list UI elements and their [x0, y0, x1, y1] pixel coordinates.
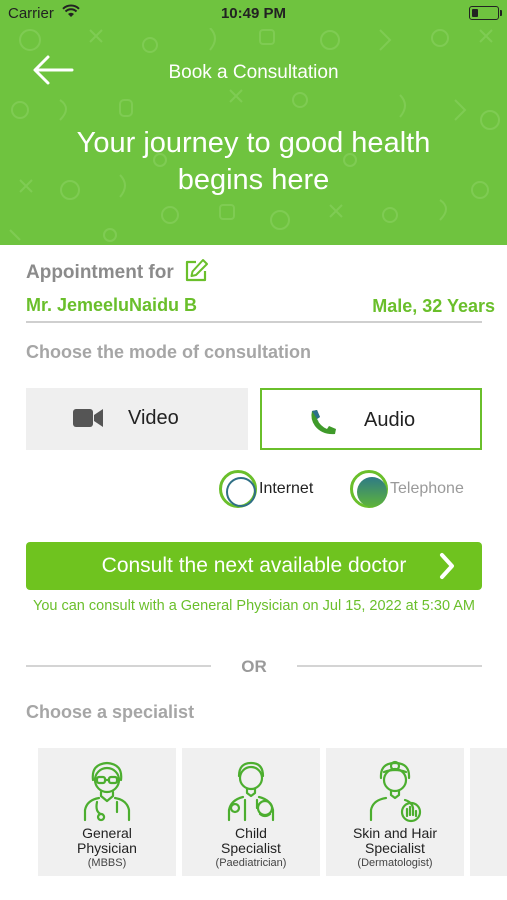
consult-next-doctor-button[interactable]: Consult the next available doctor	[26, 542, 482, 590]
specialist-name-line-2: Specialist	[365, 840, 425, 856]
internet-radio-circle	[219, 470, 257, 508]
hero-tagline-line-1: Your journey to good health	[76, 127, 431, 159]
or-separator: OR	[26, 656, 482, 676]
nav-title: Book a Consultation	[168, 62, 339, 83]
general-physician-icon	[83, 761, 131, 822]
specialist-card-dermatologist[interactable]: Skin and Hair Specialist (Dermatologist)	[326, 748, 464, 876]
telephone-radio-label: Telephone	[390, 480, 464, 497]
telephone-radio-circle	[350, 470, 388, 508]
food-pattern-background	[9, 27, 500, 242]
specialist-name: General Physician	[38, 826, 176, 856]
battery-icon	[469, 6, 502, 20]
specialist-card-partial[interactable]	[470, 748, 507, 876]
header-hero	[0, 0, 507, 245]
child-specialist-icon	[227, 761, 275, 822]
phone-icon	[311, 410, 336, 435]
chevron-right-icon	[440, 553, 454, 579]
or-label: OR	[241, 657, 267, 676]
specialist-name: Child Specialist	[182, 826, 320, 856]
patient-gender-age: Male, 32 Years	[372, 296, 495, 316]
consult-availability-note: You can consult with a General Physician…	[33, 598, 475, 614]
dermatologist-icon	[369, 760, 422, 823]
specialist-name: Skin and Hair Specialist	[326, 826, 464, 856]
status-time: 10:49 PM	[220, 5, 287, 22]
specialist-name-line-1: General	[82, 825, 132, 841]
video-camera-icon	[73, 409, 103, 427]
consultation-mode-heading: Choose the mode of consultation	[26, 342, 312, 362]
video-mode-button[interactable]: Video	[26, 388, 248, 450]
specialist-card-child-specialist[interactable]: Child Specialist (Paediatrician)	[182, 748, 320, 876]
audio-mode-label: Audio	[364, 409, 416, 431]
specialist-card-general-physician[interactable]: General Physician (MBBS)	[38, 748, 176, 876]
edit-patient-button[interactable]	[183, 258, 209, 284]
specialist-name-line-1: Skin and Hair	[352, 825, 438, 841]
hero-tagline: Your journey to good health begins here	[0, 125, 507, 199]
audio-mode-button[interactable]: Audio	[260, 388, 482, 450]
video-mode-label: Video	[128, 407, 179, 429]
specialist-name-line-2: Physician	[77, 840, 137, 856]
specialist-name-line-1: Child	[235, 825, 267, 841]
edit-icon	[185, 259, 208, 282]
consult-button-label: Consult the next available doctor	[101, 554, 407, 577]
specialist-qualification: (Paediatrician)	[215, 857, 287, 869]
status-bar: Carrier 10:49 PM	[0, 0, 507, 28]
internet-radio-label: Internet	[259, 480, 314, 497]
appointment-for-label: Appointment for	[26, 262, 174, 283]
specialist-qualification: (MBBS)	[87, 857, 127, 869]
internet-radio[interactable]: Internet	[219, 470, 329, 508]
patient-divider	[26, 321, 482, 323]
choose-specialist-heading: Choose a specialist	[26, 702, 195, 722]
telephone-radio[interactable]: Telephone	[350, 470, 480, 508]
hero-tagline-line-2: begins here	[177, 164, 330, 196]
patient-name[interactable]: Mr. JemeeluNaidu B	[26, 295, 197, 316]
specialist-qualification: (Dermatologist)	[357, 857, 433, 869]
specialist-name-line-2: Specialist	[221, 840, 281, 856]
